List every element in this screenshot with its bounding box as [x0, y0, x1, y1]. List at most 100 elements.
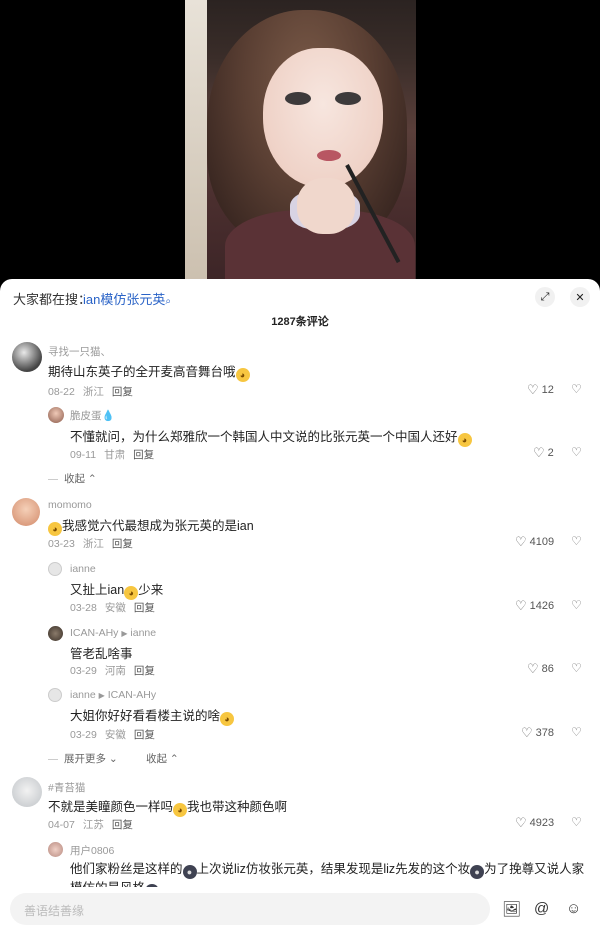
comment-meta: 04-07 江苏 回复: [48, 817, 141, 832]
comment-meta: 08-22 浙江 回复: [48, 384, 141, 399]
collapse-replies-button[interactable]: 收起 ⌃: [48, 471, 97, 486]
comment-date: 04-07: [48, 819, 75, 831]
collapse-label: 收起: [146, 753, 167, 765]
reply-author: ianne: [70, 689, 96, 701]
trending-prefix: 大家都在搜：: [13, 292, 92, 307]
comment-text-part: 不就是美瞳颜色一样吗: [48, 800, 174, 814]
pleading-emoji-icon: ◕: [48, 522, 62, 536]
like-count: 378: [535, 727, 555, 739]
like-count: 1426: [529, 600, 555, 612]
comment-text-part: 我感觉六代最想成为张元英的是ian: [62, 519, 254, 533]
reply-button[interactable]: 回复: [134, 602, 155, 614]
comment-date: 08-22: [48, 386, 75, 398]
avatar[interactable]: [48, 626, 63, 641]
emoji-picker-icon[interactable]: ☺: [566, 900, 581, 917]
reply-author: ICAN-AHy: [70, 627, 119, 639]
comment-location: 江苏: [82, 819, 104, 831]
comment-location: 河南: [104, 665, 126, 677]
crying-emoji-icon: ◕: [457, 433, 472, 447]
reply-button[interactable]: 回复: [133, 449, 154, 461]
comment-meta: 09-11 甘肃 回复: [70, 447, 162, 462]
reply-arrow-icon: ▶: [98, 691, 105, 700]
like-button[interactable]: ♡ 4109: [515, 534, 554, 550]
avatar[interactable]: [48, 688, 62, 702]
comment-username[interactable]: ICAN-AHy ▶ ianne: [70, 627, 156, 639]
comment-username[interactable]: ianne: [70, 563, 96, 575]
comment-text[interactable]: 大姐你好好看看楼主说的啥 ◕: [70, 705, 235, 726]
avatar[interactable]: [12, 498, 40, 526]
like-count: 86: [541, 663, 554, 675]
comment-text[interactable]: 期待山东英子的全开麦高音舞台哦 ◕: [48, 361, 250, 382]
heart-icon: ♡: [527, 661, 539, 676]
comment-username[interactable]: 寻找一只猫、: [48, 344, 111, 359]
dislike-icon[interactable]: ♡: [571, 725, 582, 739]
comment-text[interactable]: 不懂就问，为什么郑雅欣一个韩国人中文说的比张元英一个中国人还好 ◕: [70, 426, 472, 447]
reply-button[interactable]: 回复: [134, 665, 155, 677]
avatar[interactable]: [12, 342, 42, 372]
avatar[interactable]: [12, 777, 42, 807]
comment-meta: 03-23 浙江 回复: [48, 536, 141, 551]
reply-target: ianne: [130, 627, 157, 639]
comment-text-part: 大姐你好好看看楼主说的啥: [70, 709, 221, 723]
comments-topbar: 大家都在搜： ian模仿张元英⌕ ⤢ ✕: [0, 279, 600, 315]
comment-text[interactable]: 管老乱啥事: [70, 643, 133, 662]
comment-text[interactable]: 不就是美瞳颜色一样吗 ◕ 我也带这种颜色啊: [48, 796, 287, 817]
at-mention-icon[interactable]: @: [534, 900, 549, 917]
dark-face-emoji-icon: ●: [470, 865, 485, 879]
dislike-icon[interactable]: ♡: [571, 534, 582, 548]
laughing-emoji-icon: ◕: [124, 586, 139, 600]
close-icon[interactable]: ✕: [570, 287, 590, 307]
expand-more-button[interactable]: 展开更多 ⌄: [48, 751, 118, 766]
trending-search-link[interactable]: ian模仿张元英⌕: [83, 289, 171, 308]
comment-username[interactable]: 用户0806: [70, 843, 114, 858]
avatar[interactable]: [48, 842, 63, 857]
like-count: 4109: [529, 536, 555, 548]
like-count: 4923: [529, 817, 555, 829]
comment-text[interactable]: ◕ 我感觉六代最想成为张元英的是ian: [48, 515, 254, 536]
reply-button[interactable]: 回复: [112, 538, 133, 550]
expand-icon[interactable]: ⤢: [535, 287, 555, 307]
reply-arrow-icon: ▶: [121, 629, 128, 638]
like-button[interactable]: ♡ 2: [533, 445, 554, 461]
comment-input-bar: 善语结善缘 🖼 @ ☺: [0, 887, 600, 932]
comment-location: 甘肃: [104, 449, 126, 461]
dislike-icon[interactable]: ♡: [571, 815, 582, 829]
reply-target: ICAN-AHy: [107, 689, 157, 701]
comment-text[interactable]: 又扯上ian ◕ 少来: [70, 579, 163, 600]
avatar[interactable]: [48, 407, 64, 423]
avatar[interactable]: [48, 562, 62, 576]
comment-username[interactable]: momomo: [48, 499, 92, 511]
comment-text-part: 少来: [138, 583, 164, 597]
dislike-icon[interactable]: ♡: [571, 598, 582, 612]
comment-date: 03-29: [70, 729, 97, 741]
image-icon[interactable]: 🖼: [502, 900, 521, 918]
dislike-icon[interactable]: ♡: [571, 445, 582, 459]
like-button[interactable]: ♡ 378: [521, 725, 554, 741]
like-count: 2: [547, 447, 554, 459]
dislike-icon[interactable]: ♡: [571, 661, 582, 675]
comment-username[interactable]: #青苔猫: [48, 780, 85, 795]
heart-icon: ♡: [515, 815, 527, 830]
like-button[interactable]: ♡ 12: [527, 382, 554, 398]
pleading-emoji-icon: ◕: [173, 803, 188, 817]
reply-button[interactable]: 回复: [112, 386, 133, 398]
heart-icon: ♡: [533, 445, 545, 460]
comment-input[interactable]: 善语结善缘: [10, 893, 490, 925]
comment-username[interactable]: ianne ▶ ICAN-AHy: [70, 689, 156, 701]
expand-label: 展开更多: [64, 753, 106, 765]
collapse-replies-button[interactable]: 收起 ⌃: [146, 751, 179, 766]
collapse-label: 收起: [64, 473, 85, 485]
comment-location: 安徽: [104, 602, 126, 614]
comment-date: 09-11: [70, 449, 97, 461]
like-button[interactable]: ♡ 86: [527, 661, 554, 677]
dislike-icon[interactable]: ♡: [571, 382, 582, 396]
reply-button[interactable]: 回复: [134, 729, 155, 741]
like-button[interactable]: ♡ 4923: [515, 815, 554, 831]
comment-username[interactable]: 脆皮蛋💧: [70, 408, 115, 423]
reply-button[interactable]: 回复: [112, 819, 133, 831]
video-player[interactable]: [0, 0, 600, 290]
comment-location: 安徽: [104, 729, 126, 741]
comment-text-part: 他们家粉丝是这样的: [70, 862, 183, 876]
like-button[interactable]: ♡ 1426: [515, 598, 554, 614]
comment-text-part: 又扯上ian: [70, 583, 125, 597]
